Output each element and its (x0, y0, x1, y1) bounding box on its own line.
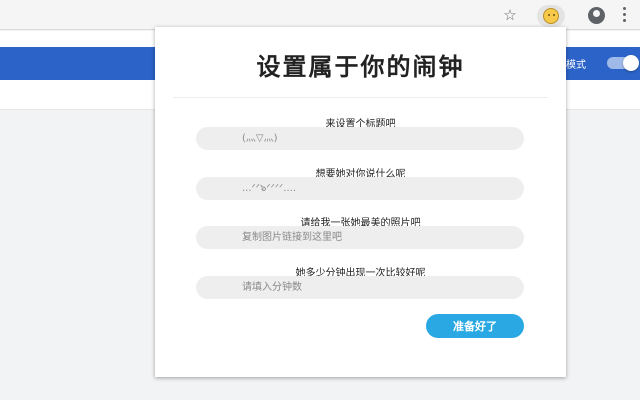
ready-button[interactable]: 准备好了 (426, 314, 524, 338)
popup-title: 设置属于你的闹钟 (256, 53, 465, 81)
star-icon[interactable]: ☆ (501, 6, 519, 24)
browser-toolbar: ☆ (0, 0, 640, 30)
profile-icon[interactable] (588, 7, 605, 24)
mode-label: 模式 (566, 60, 586, 71)
divider (173, 97, 548, 98)
alarm-popup: 设置属于你的闹钟 来设置个标题吧 想要她对你说什么呢 请给我一张她最美的照片吧 … (155, 27, 566, 377)
mode-toggle[interactable] (607, 55, 639, 71)
title-input[interactable] (196, 127, 524, 150)
extension-icon (543, 8, 559, 24)
photo-url-input[interactable] (196, 226, 524, 249)
interval-minutes-input[interactable] (196, 276, 524, 299)
extension-button[interactable] (537, 5, 565, 27)
menu-icon[interactable] (621, 7, 627, 24)
message-input[interactable] (196, 177, 524, 200)
